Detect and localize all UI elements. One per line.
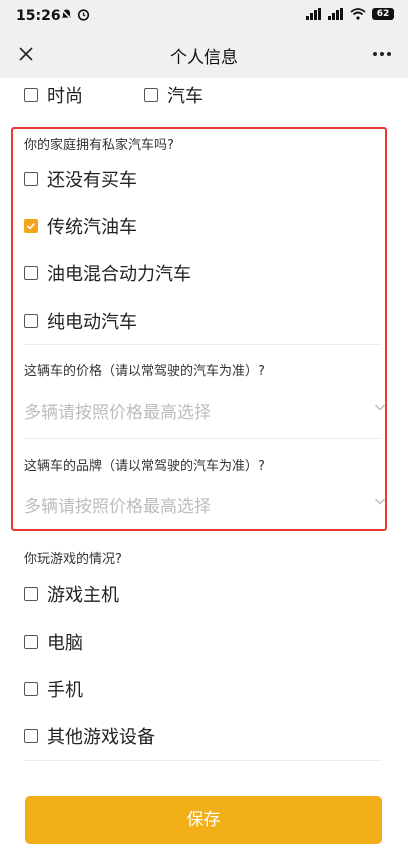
checkbox[interactable] [24,587,38,601]
option-gasoline-car[interactable]: 传统汽油车 [24,215,137,238]
option-label: 电脑 [47,633,83,654]
checkbox[interactable] [24,88,38,102]
option-hybrid-car[interactable]: 油电混合动力汽车 [24,262,191,285]
checkbox[interactable] [24,682,38,696]
car-brand-select[interactable]: 多辆请按照价格最高选择 [24,488,386,518]
select-placeholder: 多辆请按照价格最高选择 [24,403,211,423]
signal-icon [306,8,321,20]
battery-indicator: 62 [372,8,394,20]
status-bar: 15:26 62 [0,0,408,30]
checkbox[interactable] [24,266,38,280]
car-ownership-question: 你的家庭拥有私家汽车吗? [24,138,174,153]
wifi-icon [350,8,366,20]
silent-bell-icon [60,8,73,21]
option-label: 还没有买车 [47,170,137,191]
select-placeholder: 多辆请按照价格最高选择 [24,497,211,517]
page-title: 个人信息 [170,48,238,68]
car-price-question: 这辆车的价格（请以常驾驶的汽车为准）? [24,364,265,379]
chevron-down-icon [375,404,385,411]
more-dots-icon [373,52,391,56]
divider [24,760,382,761]
divider [24,344,382,345]
save-button[interactable]: 保存 [25,796,382,844]
option-fashion[interactable]: 时尚 [24,84,83,107]
option-label: 纯电动汽车 [47,312,137,333]
alarm-clock-icon [77,9,90,21]
option-label: 时尚 [47,86,83,107]
nav-bar: 个人信息 [0,30,408,78]
option-car[interactable]: 汽车 [144,84,203,107]
option-game-console[interactable]: 游戏主机 [24,583,119,606]
gaming-question: 你玩游戏的情况? [24,552,122,567]
status-notification-icons [60,8,90,21]
status-right-icons: 62 [306,8,394,20]
checkbox[interactable] [144,88,158,102]
divider [24,438,382,439]
car-brand-question: 这辆车的品牌（请以常驾驶的汽车为准）? [24,459,265,474]
chevron-down-icon [375,498,385,505]
car-price-select[interactable]: 多辆请按照价格最高选择 [24,394,386,424]
option-label: 游戏主机 [47,585,119,606]
option-label: 手机 [47,680,83,701]
option-phone[interactable]: 手机 [24,678,83,701]
option-other-device[interactable]: 其他游戏设备 [24,725,155,748]
signal-icon-2 [328,8,343,20]
option-electric-car[interactable]: 纯电动汽车 [24,310,137,333]
checkbox-checked[interactable] [24,219,38,233]
option-label: 传统汽油车 [47,217,137,238]
option-label: 汽车 [167,86,203,107]
checkbox[interactable] [24,314,38,328]
option-no-car[interactable]: 还没有买车 [24,168,137,191]
option-label: 其他游戏设备 [47,727,155,748]
checkmark-icon [26,222,36,230]
option-computer[interactable]: 电脑 [24,631,83,654]
status-time: 15:26 [16,8,61,24]
more-button[interactable] [370,43,394,65]
checkbox[interactable] [24,172,38,186]
checkbox[interactable] [24,635,38,649]
option-label: 油电混合动力汽车 [47,264,191,285]
checkbox[interactable] [24,729,38,743]
